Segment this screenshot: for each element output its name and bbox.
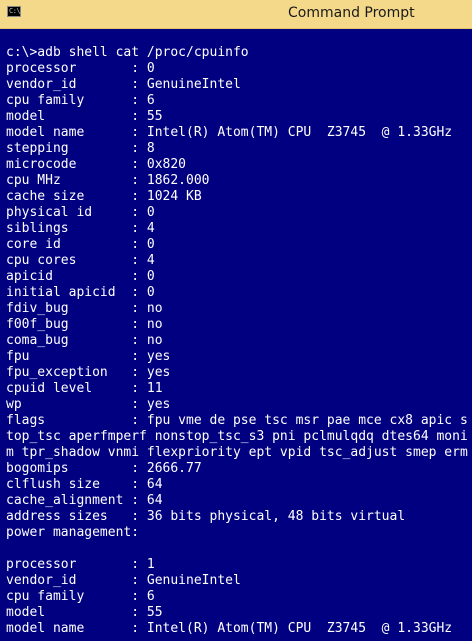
console-line: core id : 0 [6, 237, 155, 252]
console-line: cache size : 1024 KB [6, 189, 202, 204]
console-line: clflush size : 64 [6, 477, 163, 492]
console-line: apicid : 0 [6, 269, 155, 284]
console-line: cpu family : 6 [6, 589, 155, 604]
console-line: top_tsc aperfmperf nonstop_tsc_s3 pni pc… [6, 429, 468, 444]
console-line: fdiv_bug : no [6, 301, 163, 316]
console-icon-glyph: C:\ [9, 7, 21, 15]
console-lines: c:\>adb shell cat /proc/cpuinfo processor… [6, 45, 468, 637]
title-bar[interactable]: C:\ Command Prompt [0, 0, 472, 29]
console-line: cpu cores : 4 [6, 253, 155, 268]
console-line: model name : Intel(R) Atom(TM) CPU Z3745… [6, 621, 453, 636]
console-line: vendor_id : GenuineIntel [6, 573, 241, 588]
console-line: fpu : yes [6, 349, 171, 364]
console-line: microcode : 0x820 [6, 157, 187, 172]
console-icon[interactable]: C:\ [7, 6, 21, 17]
console-line: m tpr_shadow vnmi flexpriority ept vpid … [6, 445, 468, 460]
console-line: stepping : 8 [6, 141, 155, 156]
console-line: initial apicid : 0 [6, 285, 155, 300]
console-line: address sizes : 36 bits physical, 48 bit… [6, 509, 406, 524]
console-line: c:\>adb shell cat /proc/cpuinfo [6, 45, 249, 60]
console-line: model name : Intel(R) Atom(TM) CPU Z3745… [6, 125, 453, 140]
console-line: coma_bug : no [6, 333, 163, 348]
console-line: f00f_bug : no [6, 317, 163, 332]
command-prompt-window: C:\ Command Prompt c:\>adb shell cat /pr… [0, 0, 472, 641]
console-line: power management: [6, 525, 140, 540]
console-line: cpu MHz : 1862.000 [6, 173, 210, 188]
console-line: wp : yes [6, 397, 171, 412]
console-line: cpu family : 6 [6, 93, 155, 108]
console-line: processor : 0 [6, 61, 155, 76]
console-line: cache_alignment : 64 [6, 493, 163, 508]
console-line: siblings : 4 [6, 221, 155, 236]
console-line: bogomips : 2666.77 [6, 461, 202, 476]
console-line: processor : 1 [6, 557, 155, 572]
console-line: model : 55 [6, 605, 163, 620]
console-output-area[interactable]: c:\>adb shell cat /proc/cpuinfo processor… [0, 29, 472, 641]
window-title: Command Prompt [288, 5, 415, 21]
console-line: fpu_exception : yes [6, 365, 171, 380]
console-line: physical id : 0 [6, 205, 155, 220]
console-line: vendor_id : GenuineIntel [6, 77, 241, 92]
console-line: cpuid level : 11 [6, 381, 163, 396]
console-line: model : 55 [6, 109, 163, 124]
console-line: flags : fpu vme de pse tsc msr pae mce c… [6, 413, 468, 428]
